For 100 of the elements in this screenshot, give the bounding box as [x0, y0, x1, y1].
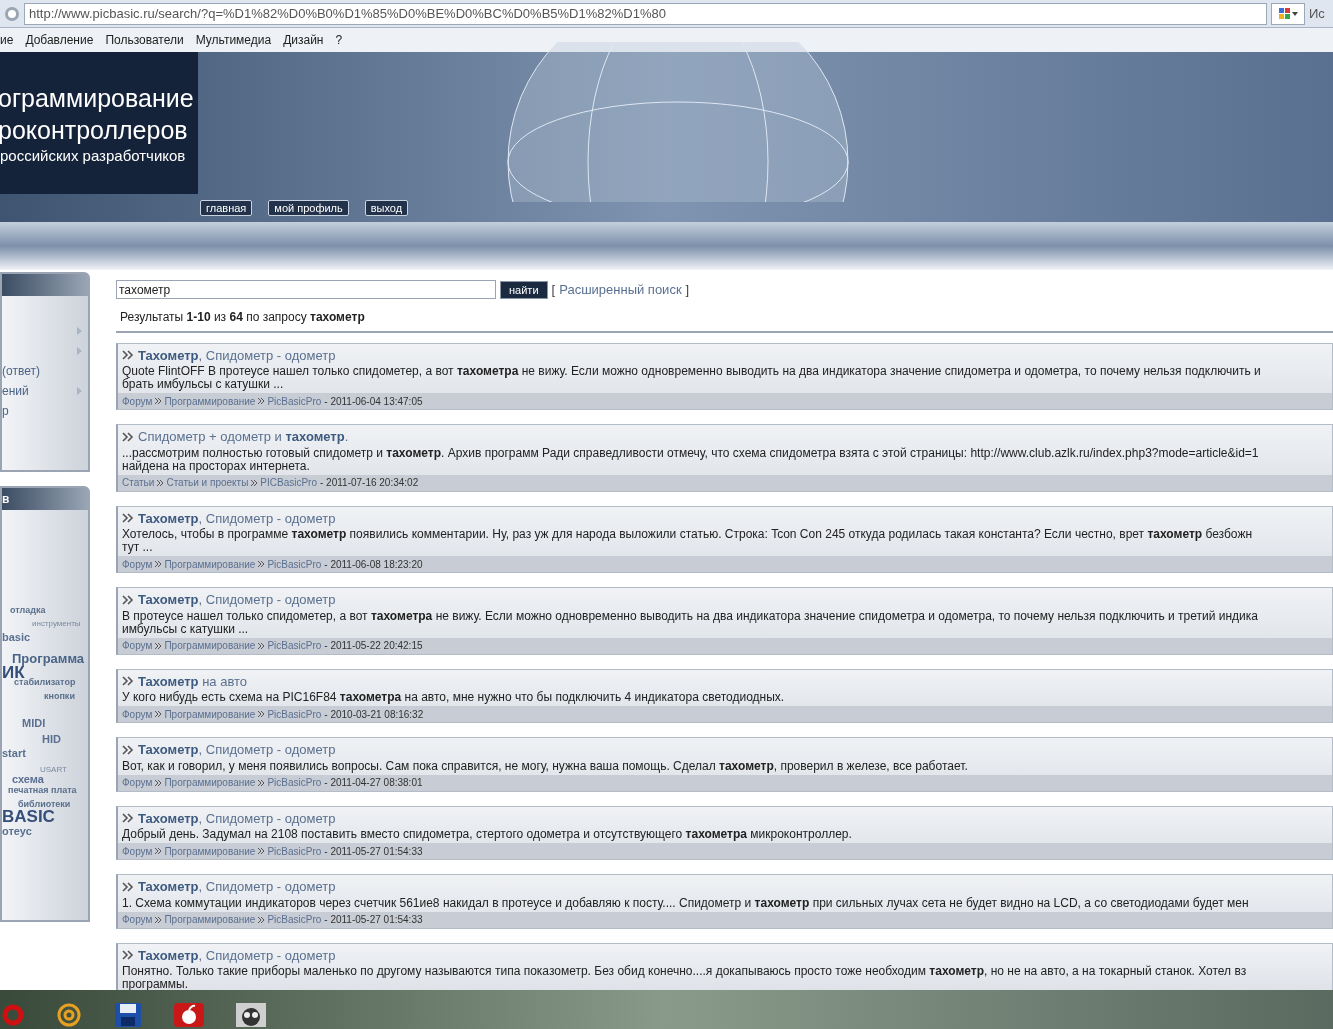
result-title-link[interactable]: Тахометр, Спидометр - одометр: [138, 345, 336, 365]
breadcrumb-link[interactable]: Статьи и проекты: [166, 475, 249, 490]
result-title-link[interactable]: Тахометр, Спидометр - одометр: [138, 508, 336, 528]
breadcrumb-link[interactable]: Программирование: [164, 393, 256, 409]
menu-item[interactable]: ие: [0, 31, 14, 49]
bracket-text: ]: [685, 281, 690, 299]
result-title-link[interactable]: Тахометр, Спидометр - одометр: [138, 808, 336, 828]
double-chevron-icon: [122, 594, 134, 605]
breadcrumb-separator-icon: [251, 479, 258, 486]
breadcrumb-link[interactable]: Программирование: [164, 912, 256, 927]
menu-item[interactable]: Пользователи: [105, 31, 184, 49]
result-title-link[interactable]: Тахометр, Спидометр - одометр: [138, 877, 336, 897]
tag-cloud-word[interactable]: инструменты: [32, 620, 81, 628]
breadcrumb-link[interactable]: Форум: [122, 912, 153, 927]
breadcrumb-link[interactable]: Программирование: [164, 706, 256, 722]
search-button[interactable]: найти: [500, 280, 548, 299]
breadcrumb-separator-icon: [258, 561, 265, 567]
result-snippet-line: В протеусе нашел только спидометер, а вот тахометра не вижу. Если можно одновременно выводить на два индикатора значение спидометра и одометра, то почему нельзя подключить и третий индика: [122, 609, 1259, 623]
header-nav-button[interactable]: выход: [364, 200, 409, 216]
menu-item[interactable]: ?: [335, 31, 343, 49]
sidebar-menu-item[interactable]: р: [2, 402, 9, 420]
tag-cloud-word[interactable]: стабилизатор: [14, 678, 76, 687]
result-date: - 2010-03-21 08:16:32: [324, 707, 424, 722]
tag-cloud-word[interactable]: отладка: [10, 606, 46, 615]
submenu-arrow-icon: [77, 347, 82, 355]
header-nav-button[interactable]: мой профиль: [268, 200, 349, 216]
breadcrumb-link[interactable]: Форум: [122, 775, 153, 790]
tag-cloud-word[interactable]: кнопки: [44, 692, 75, 701]
sidebar-menu-item[interactable]: ений: [2, 382, 29, 400]
menu-item[interactable]: Дизайн: [283, 31, 324, 49]
search-field[interactable]: тахометр: [116, 280, 496, 300]
breadcrumb-separator-icon: [155, 398, 162, 404]
result-title-link[interactable]: Спидометр + одометр и тахометр.: [138, 427, 349, 447]
breadcrumb-separator-icon: [155, 561, 162, 567]
result-snippet-line: Добрый день. Задумал на 2108 поставить вместо спидометра, стертого одометра и отсутствующего тахометра микроконтроллер.: [122, 828, 853, 841]
tag-cloud-word[interactable]: Программа: [12, 652, 85, 665]
double-chevron-icon: [122, 881, 134, 892]
tag-cloud-word[interactable]: схема: [12, 774, 44, 785]
result-title-link[interactable]: Тахометр, Спидометр - одометр: [138, 590, 336, 610]
result-date: - 2011-07-16 20:34:02: [320, 476, 419, 490]
results-summary: Результаты 1-10 из 64 по запросу тахометр: [120, 308, 366, 326]
tag-cloud-word[interactable]: USART: [40, 766, 67, 774]
result-date: - 2011-06-08 18:23:20: [324, 557, 423, 572]
search-engine-button[interactable]: [1271, 2, 1305, 25]
breadcrumb-link[interactable]: Статьи: [122, 475, 155, 490]
tag-cloud-word[interactable]: HID: [42, 734, 61, 745]
breadcrumb-link[interactable]: Программирование: [164, 843, 256, 859]
double-chevron-icon: [122, 431, 134, 442]
breadcrumb-separator-icon: [155, 916, 162, 923]
breadcrumb-link[interactable]: Программирование: [164, 775, 256, 790]
tag-cloud-word[interactable]: start: [2, 748, 26, 759]
double-chevron-icon: [122, 350, 134, 361]
advanced-search-link[interactable]: Расширенный поиск: [559, 280, 682, 300]
tag-cloud-word[interactable]: basic: [2, 632, 31, 643]
tag-cloud-word[interactable]: ИК: [2, 664, 25, 681]
breadcrumb-link[interactable]: Форум: [122, 638, 153, 653]
result-title-link[interactable]: Тахометр, Спидометр - одометр: [138, 945, 336, 965]
breadcrumb-link[interactable]: PicBasicPro: [267, 706, 322, 722]
result-snippet-line: У кого нибудь есть схема на PIC16F84 тахометра на авто, мне нужно что бы подключить 4 индикатора светодиодных.: [122, 691, 786, 704]
double-chevron-icon: [122, 676, 134, 687]
result-snippet-line: Хотелось, чтобы в программе тахометр появились комментарии. Ну, раз уж для народа выложили статью. Строка: Tcon Con 245 откуда родилась такая константа? Если честно, врет тахометр безбожн: [122, 528, 1254, 541]
globe-icon: [4, 5, 20, 22]
tag-cloud-word[interactable]: BASIC: [2, 808, 55, 825]
breadcrumb-link[interactable]: PicBasicPro: [267, 393, 322, 409]
double-chevron-icon: [122, 950, 134, 961]
at-sign-icon[interactable]: [56, 1002, 82, 1028]
result-snippet-line: имбульсы с катушки ...: [122, 622, 250, 636]
breadcrumb-link[interactable]: Программирование: [164, 638, 256, 653]
tag-cloud-word[interactable]: отеус: [2, 826, 32, 837]
result-snippet-line: Вот, как и говорил, у меня появились вопросы. Сам пока справится, не могу, нужна ваша помощь. Сделал тахометр, проверил в железе, все работает.: [122, 759, 969, 773]
breadcrumb-link[interactable]: PicBasicPro: [267, 912, 322, 927]
caret-icon: [1291, 11, 1298, 16]
url-field[interactable]: http://www.picbasic.ru/search/?q=%D1%82%D0%B0%D1%85%D0%BE%D0%BC%D0%B5%D1%82%D1%80: [24, 2, 1267, 25]
result-title-link[interactable]: Тахометр на авто: [138, 671, 248, 691]
breadcrumb-link[interactable]: Программирование: [164, 556, 256, 572]
breadcrumb-link[interactable]: Форум: [122, 843, 153, 859]
owl-icon[interactable]: [236, 1003, 266, 1027]
apple-icon[interactable]: [174, 1003, 204, 1027]
breadcrumb-link[interactable]: Форум: [122, 393, 153, 409]
breadcrumb-link[interactable]: PicBasicPro: [267, 775, 322, 790]
colored-squares-icon: [1278, 8, 1290, 19]
menu-item[interactable]: Мультимедиа: [195, 31, 272, 49]
result-date: - 2011-06-04 13:47:05: [324, 394, 423, 409]
breadcrumb-separator-icon: [258, 848, 265, 854]
tag-cloud-word[interactable]: печатная плата: [8, 786, 77, 795]
breadcrumb-separator-icon: [258, 398, 265, 404]
breadcrumb-link[interactable]: PicBasicPro: [267, 556, 322, 572]
breadcrumb-link[interactable]: Форум: [122, 706, 153, 722]
menu-item[interactable]: Добавление: [25, 31, 94, 49]
header-nav-button[interactable]: главная: [200, 200, 253, 216]
tag-cloud-word[interactable]: MIDI: [22, 718, 46, 729]
breadcrumb-link[interactable]: PicBasicPro: [267, 843, 322, 859]
result-title-link[interactable]: Тахометр, Спидометр - одометр: [138, 740, 336, 760]
breadcrumb-link[interactable]: Форум: [122, 556, 153, 572]
sidebar-menu-item[interactable]: (ответ): [2, 362, 40, 380]
result-snippet-line: ...рассмотрим полностью готовый спидометр и тахометр. Архив программ Ради справедливости отмечу, что схема спидометра взята с этой страницы: http://www.club.azlk.ru/index.php3?mode=article&id=1: [122, 446, 1260, 460]
breadcrumb-link[interactable]: PicBasicPro: [267, 638, 322, 653]
search-box-text[interactable]: Ис: [1309, 3, 1325, 24]
breadcrumb-link[interactable]: PICBasicPro: [260, 475, 317, 490]
tag-cloud-word[interactable]: библиотеки: [18, 800, 71, 809]
